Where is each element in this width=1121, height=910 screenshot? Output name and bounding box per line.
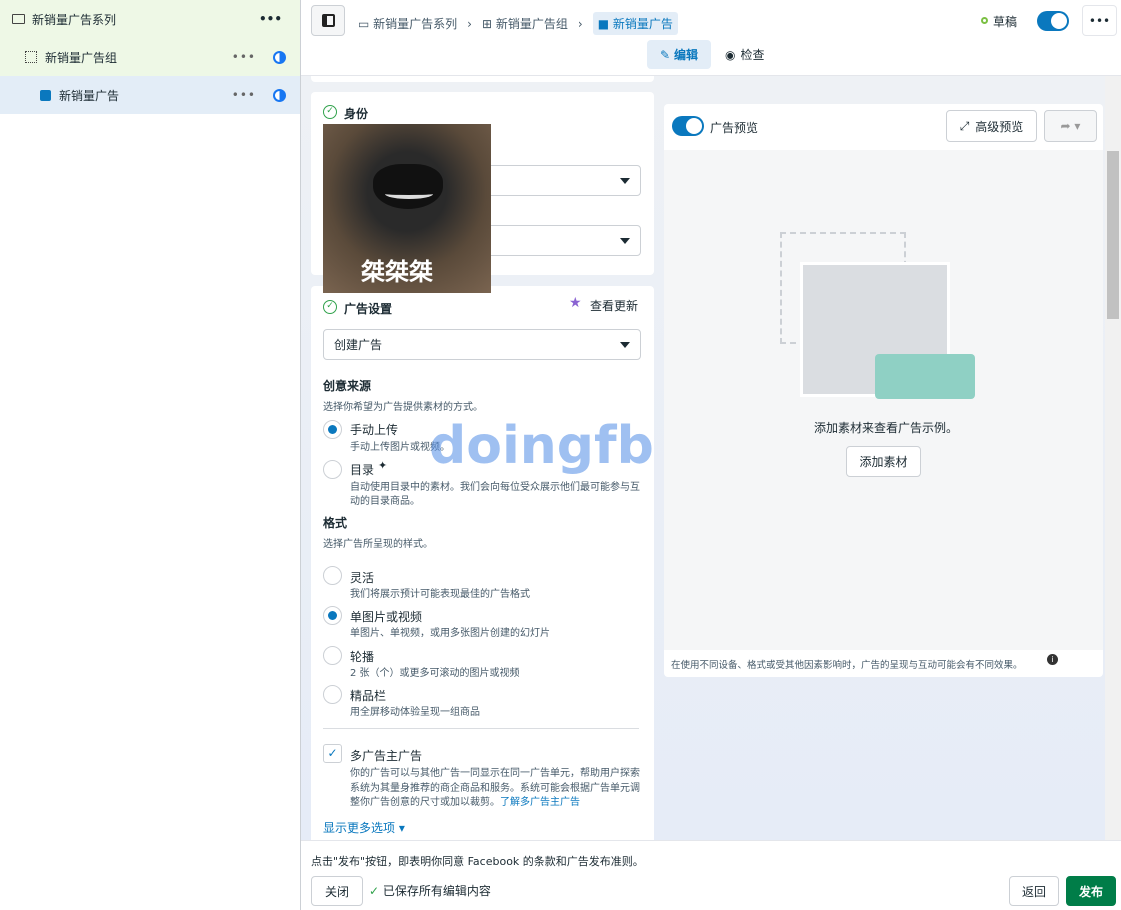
- tab-review[interactable]: ◉ 检查: [725, 40, 765, 69]
- divider: [323, 728, 639, 729]
- learn-more-link[interactable]: 了解多广告主广告: [500, 793, 580, 808]
- show-more-options-link[interactable]: 显示更多选项 ▾: [323, 819, 405, 836]
- sidebar-item-label: 新销量广告: [59, 88, 120, 103]
- publish-button[interactable]: 发布: [1066, 876, 1116, 906]
- ad-create-select[interactable]: 创建广告: [323, 329, 641, 360]
- status-half-icon: [273, 88, 286, 102]
- add-media-button[interactable]: 添加素材: [846, 446, 921, 477]
- share-button[interactable]: ➦ ▾: [1044, 110, 1097, 142]
- check-circle-icon: ✓: [323, 300, 337, 314]
- option-desc: 我们将展示预计可能表现最佳的广告格式: [350, 589, 530, 600]
- option-label: 手动上传: [350, 423, 399, 437]
- option-label: 精品栏: [350, 689, 387, 703]
- radio-manual-upload[interactable]: [323, 420, 342, 439]
- folder-icon: [12, 14, 25, 24]
- option-label: 单图片或视频: [350, 610, 423, 624]
- advanced-preview-button[interactable]: ⤢ 高级预览: [946, 110, 1037, 142]
- ad-icon: [40, 89, 51, 101]
- option-label: 轮播: [350, 650, 375, 664]
- ad-settings-card: ✓ 广告设置 ★ 查看更新 创建广告 创意来源 选择你希望为广告提供素材的方式。…: [311, 286, 654, 840]
- radio-flexible[interactable]: [323, 566, 342, 585]
- multi-advertiser-desc: 你的广告可以与其他广告一同显示在同一广告单元，帮助用户探索: [350, 768, 640, 779]
- sparkle-icon: ✦: [378, 459, 388, 472]
- sidebar-item-label: 新销量广告组: [45, 50, 118, 65]
- breadcrumb: ▭ 新销量广告系列 › ⊞ 新销量广告组 › ■ 新销量广告: [358, 12, 678, 35]
- ad-preview-card: 广告预览 ⤢ 高级预览 ➦ ▾ 添加素材来查看广告示例。 添加素材 在使用不同设备…: [664, 104, 1103, 677]
- radio-single-image[interactable]: [323, 606, 342, 625]
- grid-icon: [25, 51, 37, 63]
- eye-icon: ◉: [725, 47, 736, 62]
- close-button[interactable]: 关闭: [311, 876, 363, 906]
- view-updates-link[interactable]: 查看更新: [590, 297, 638, 314]
- option-label: 目录: [350, 463, 375, 477]
- sticker-image: 桀桀桀: [323, 124, 491, 293]
- empty-illustration: [780, 232, 990, 407]
- scrollbar-thumb[interactable]: [1107, 151, 1119, 319]
- preview-area: 添加素材来查看广告示例。 添加素材: [664, 150, 1103, 650]
- preview-label: 广告预览: [710, 121, 759, 135]
- radio-carousel[interactable]: [323, 646, 342, 665]
- option-desc: 动的目录商品。: [350, 496, 420, 507]
- back-button[interactable]: 返回: [1009, 876, 1059, 906]
- option-desc: 自动使用目录中的素材。我们会向每位受众展示他们最可能参与互: [350, 482, 640, 493]
- terms-text: 点击"发布"按钮，即表明你同意 Facebook 的条款和广告发布准则。: [311, 855, 644, 868]
- ad-settings-title: 广告设置: [344, 302, 393, 316]
- pencil-icon: ✎: [659, 47, 671, 62]
- more-icon[interactable]: •••: [232, 88, 256, 102]
- expand-icon: ⤢: [959, 118, 970, 133]
- toggle-sidebar-button[interactable]: [311, 5, 345, 36]
- multi-advertiser-checkbox[interactable]: ✓: [323, 744, 342, 763]
- preview-toggle[interactable]: [672, 116, 704, 136]
- format-desc: 选择广告所呈现的样式。: [323, 539, 433, 550]
- info-icon[interactable]: i: [1047, 654, 1058, 665]
- check-circle-icon: ✓: [323, 105, 337, 119]
- option-desc: 用全屏移动体验呈现一组商品: [350, 707, 480, 718]
- footer: 点击"发布"按钮，即表明你同意 Facebook 的条款和广告发布准则。 关闭 …: [301, 840, 1121, 910]
- creative-source-desc: 选择你希望为广告提供素材的方式。: [323, 402, 483, 413]
- multi-advertiser-desc: 整你广告创意的尺寸或加以裁剪。: [350, 797, 500, 808]
- status-dot-icon: [981, 17, 988, 24]
- format-title: 格式: [323, 516, 348, 530]
- empty-text: 添加素材来查看广告示例。: [814, 421, 959, 435]
- sidebar-item-adset[interactable]: 新销量广告组 •••: [0, 38, 300, 76]
- breadcrumb-ad[interactable]: ■ 新销量广告: [592, 12, 678, 35]
- sticker-text: 桀桀桀: [361, 258, 433, 286]
- star-icon: ★: [569, 295, 582, 311]
- option-desc: 单图片、单视频，或用多张图片创建的幻灯片: [350, 628, 550, 639]
- radio-catalog[interactable]: [323, 460, 342, 479]
- breadcrumb-adset[interactable]: ⊞ 新销量广告组: [482, 15, 568, 32]
- more-icon[interactable]: •••: [232, 50, 256, 64]
- sidebar-icon: [321, 14, 335, 27]
- more-button[interactable]: •••: [1082, 5, 1117, 36]
- sidebar-item-label: 新销量广告系列: [32, 12, 117, 27]
- status-toggle[interactable]: [1037, 11, 1069, 31]
- option-desc: 2 张（个）或更多可滚动的图片或视频: [350, 668, 520, 679]
- sidebar: 新销量广告系列 ••• 新销量广告组 ••• 新销量广告 •••: [0, 0, 301, 910]
- status-half-icon: [273, 50, 286, 64]
- breadcrumb-campaign[interactable]: ▭ 新销量广告系列: [358, 15, 457, 32]
- sidebar-item-ad[interactable]: 新销量广告 •••: [0, 76, 300, 114]
- top-bar: ▭ 新销量广告系列 › ⊞ 新销量广告组 › ■ 新销量广告 草稿 ••• ✎ 编辑 …: [301, 0, 1121, 76]
- multi-advertiser-label: 多广告主广告: [350, 749, 423, 763]
- preview-disclaimer: 在使用不同设备、格式或受其他因素影响时，广告的呈现与互动可能会有不同效果。: [671, 660, 1023, 671]
- creative-source-title: 创意来源: [323, 379, 372, 393]
- identity-title: 身份: [344, 107, 369, 121]
- watermark-logo: doingfb: [429, 416, 654, 476]
- scrollbar[interactable]: [1105, 76, 1121, 840]
- radio-collection[interactable]: [323, 685, 342, 704]
- multi-advertiser-desc: 系统为其量身推荐的商企商品和服务。系统可能会根据广告单元调: [350, 783, 640, 794]
- sidebar-item-campaign[interactable]: 新销量广告系列 •••: [0, 0, 300, 38]
- status-badge: 草稿: [993, 15, 1018, 29]
- more-icon[interactable]: •••: [259, 12, 282, 26]
- tab-edit[interactable]: ✎ 编辑: [647, 40, 711, 69]
- option-label: 灵活: [350, 571, 375, 585]
- saved-status: ✓ 已保存所有编辑内容: [369, 884, 491, 898]
